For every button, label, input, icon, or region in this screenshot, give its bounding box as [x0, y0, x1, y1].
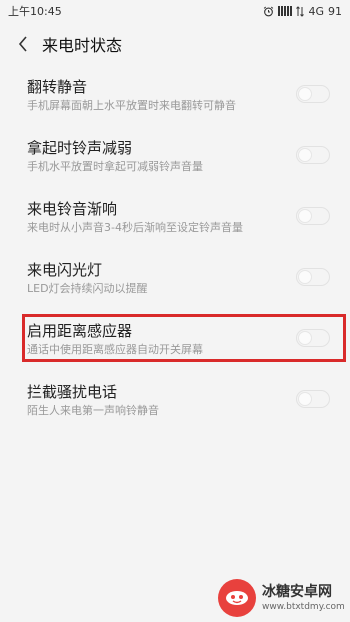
settings-list: 翻转静音 手机屏幕面朝上水平放置时来电翻转可静音 拿起时铃声减弱 手机水平放置时…	[0, 66, 350, 432]
data-transfer-icon	[296, 5, 305, 17]
toggle-knob	[298, 392, 312, 406]
toggle-knob	[298, 270, 312, 284]
watermark-logo-icon	[218, 579, 256, 617]
flip-to-mute-toggle[interactable]	[296, 85, 330, 103]
setting-block-spam-calls: 拦截骚扰电话 陌生人来电第一声响铃静音	[0, 371, 350, 432]
header: 来电时状态	[0, 22, 350, 66]
toggle-knob	[298, 209, 312, 223]
setting-ascending-ringtone: 来电铃音渐响 来电时从小声音3-4秒后渐响至设定铃声音量	[0, 188, 350, 249]
setting-flash-on-call: 来电闪光灯 LED灯会持续闪动以提醒	[0, 249, 350, 310]
setting-flip-to-mute: 翻转静音 手机屏幕面朝上水平放置时来电翻转可静音	[0, 66, 350, 127]
alarm-icon	[263, 6, 274, 17]
status-bar: 上午10:45 4G 91	[0, 0, 350, 22]
watermark: 冰糖安卓网 www.btxtdmy.com	[218, 578, 348, 618]
status-icons: 4G 91	[263, 5, 342, 18]
toggle-knob	[298, 87, 312, 101]
pickup-lower-volume-toggle[interactable]	[296, 146, 330, 164]
chevron-left-icon	[18, 36, 27, 52]
toggle-knob	[298, 331, 312, 345]
setting-proximity-sensor: 启用距离感应器 通话中使用距离感应器自动开关屏幕	[0, 310, 350, 371]
page-title: 来电时状态	[42, 36, 123, 55]
battery-level: 91	[328, 4, 342, 18]
flash-on-call-toggle[interactable]	[296, 268, 330, 286]
watermark-name: 冰糖安卓网	[262, 583, 332, 600]
back-button[interactable]	[8, 22, 38, 66]
watermark-text: 冰糖安卓网 www.btxtdmy.com	[262, 584, 345, 613]
proximity-sensor-toggle[interactable]	[296, 329, 330, 347]
status-time: 上午10:45	[8, 5, 62, 18]
watermark-url: www.btxtdmy.com	[262, 601, 345, 612]
network-type: 4G	[308, 4, 324, 18]
signal-icon	[278, 6, 293, 16]
ascending-ringtone-toggle[interactable]	[296, 207, 330, 225]
setting-pickup-lower-volume: 拿起时铃声减弱 手机水平放置时拿起可减弱铃声音量	[0, 127, 350, 188]
toggle-knob	[298, 148, 312, 162]
block-spam-calls-toggle[interactable]	[296, 390, 330, 408]
